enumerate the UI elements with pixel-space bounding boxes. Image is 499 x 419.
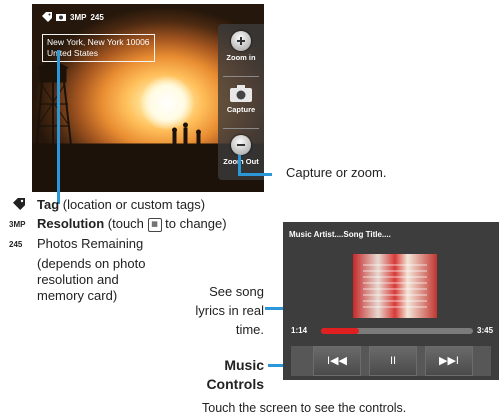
capture-zoom-caption: Capture or zoom.	[286, 165, 387, 180]
capture-camera-icon	[230, 84, 252, 102]
tag-legend-title: Tag	[37, 197, 60, 212]
photos-legend-desc-2: resolution and	[37, 272, 119, 287]
player-controls: I◀◀ II ▶▶I	[291, 346, 491, 376]
music-controls-caption-1: Music	[224, 357, 264, 373]
progress-fill	[321, 328, 359, 334]
lyrics-caption-3: time.	[235, 322, 264, 337]
resolution-legend-desc-post: to change)	[161, 216, 227, 231]
capture-label: Capture	[226, 105, 256, 114]
music-controls-caption-2: Controls	[206, 376, 264, 392]
song-title: Music Artist....Song Title....	[289, 230, 391, 239]
resolution-legend: Resolution (touch ▦ to change)	[37, 215, 227, 232]
tag-legend-icon	[13, 198, 25, 210]
camera-viewfinder[interactable]: 3MP 245 New York, New York 10006 United …	[32, 4, 264, 192]
pause-button[interactable]: II	[369, 346, 417, 376]
photos-legend-icon: 245	[9, 240, 23, 249]
zoom-out-label: Zoom Out	[223, 157, 259, 166]
total-time: 3:45	[477, 326, 494, 335]
settings-grid-icon: ▦	[147, 217, 162, 232]
callout-line-zoom	[238, 173, 272, 176]
photos-legend-desc-1: (depends on photo	[37, 256, 146, 271]
zoom-in-label: Zoom in	[226, 53, 256, 62]
zoom-in-icon	[231, 31, 251, 51]
tag-legend-desc: (location or custom tags)	[59, 197, 206, 212]
lyrics-caption-1: See song	[209, 284, 264, 299]
location-line-1: New York, New York 10006	[47, 37, 150, 47]
next-button[interactable]: ▶▶I	[425, 346, 473, 376]
divider	[223, 76, 259, 77]
resolution-indicator: 3MP	[70, 12, 87, 22]
callout-line-zoom-vertical	[238, 155, 241, 175]
zoom-out-icon	[231, 135, 251, 155]
album-art	[353, 254, 437, 318]
resolution-legend-desc-pre: (touch	[104, 216, 148, 231]
photos-remaining-indicator: 245	[90, 12, 104, 22]
photos-legend-desc-3: memory card)	[37, 288, 118, 303]
location-line-2: United States	[47, 48, 99, 58]
progress-track[interactable]	[321, 328, 473, 334]
camera-status-row: 3MP 245	[42, 12, 104, 22]
tag-legend: Tag (location or custom tags)	[37, 196, 205, 213]
resolution-legend-icon: 3MP	[9, 220, 26, 229]
elapsed-time: 1:14	[291, 326, 308, 335]
tag-icon	[42, 12, 52, 22]
previous-button[interactable]: I◀◀	[313, 346, 361, 376]
photos-legend-title: Photos Remaining	[37, 236, 144, 251]
divider	[223, 128, 259, 129]
footer-caption: Touch the screen to see the controls.	[202, 401, 407, 415]
camera-icon	[56, 14, 66, 21]
lyrics-caption-2: lyrics in real	[195, 303, 264, 318]
camera-sidebar: Zoom in Capture Zoom Out	[218, 24, 264, 180]
zoom-in-button[interactable]: Zoom in	[218, 26, 264, 76]
music-player[interactable]: Music Artist....Song Title.... 1:14 3:45…	[283, 222, 499, 380]
callout-line-left	[57, 50, 60, 204]
resolution-legend-title: Resolution	[37, 216, 105, 231]
capture-button[interactable]: Capture	[218, 78, 264, 128]
